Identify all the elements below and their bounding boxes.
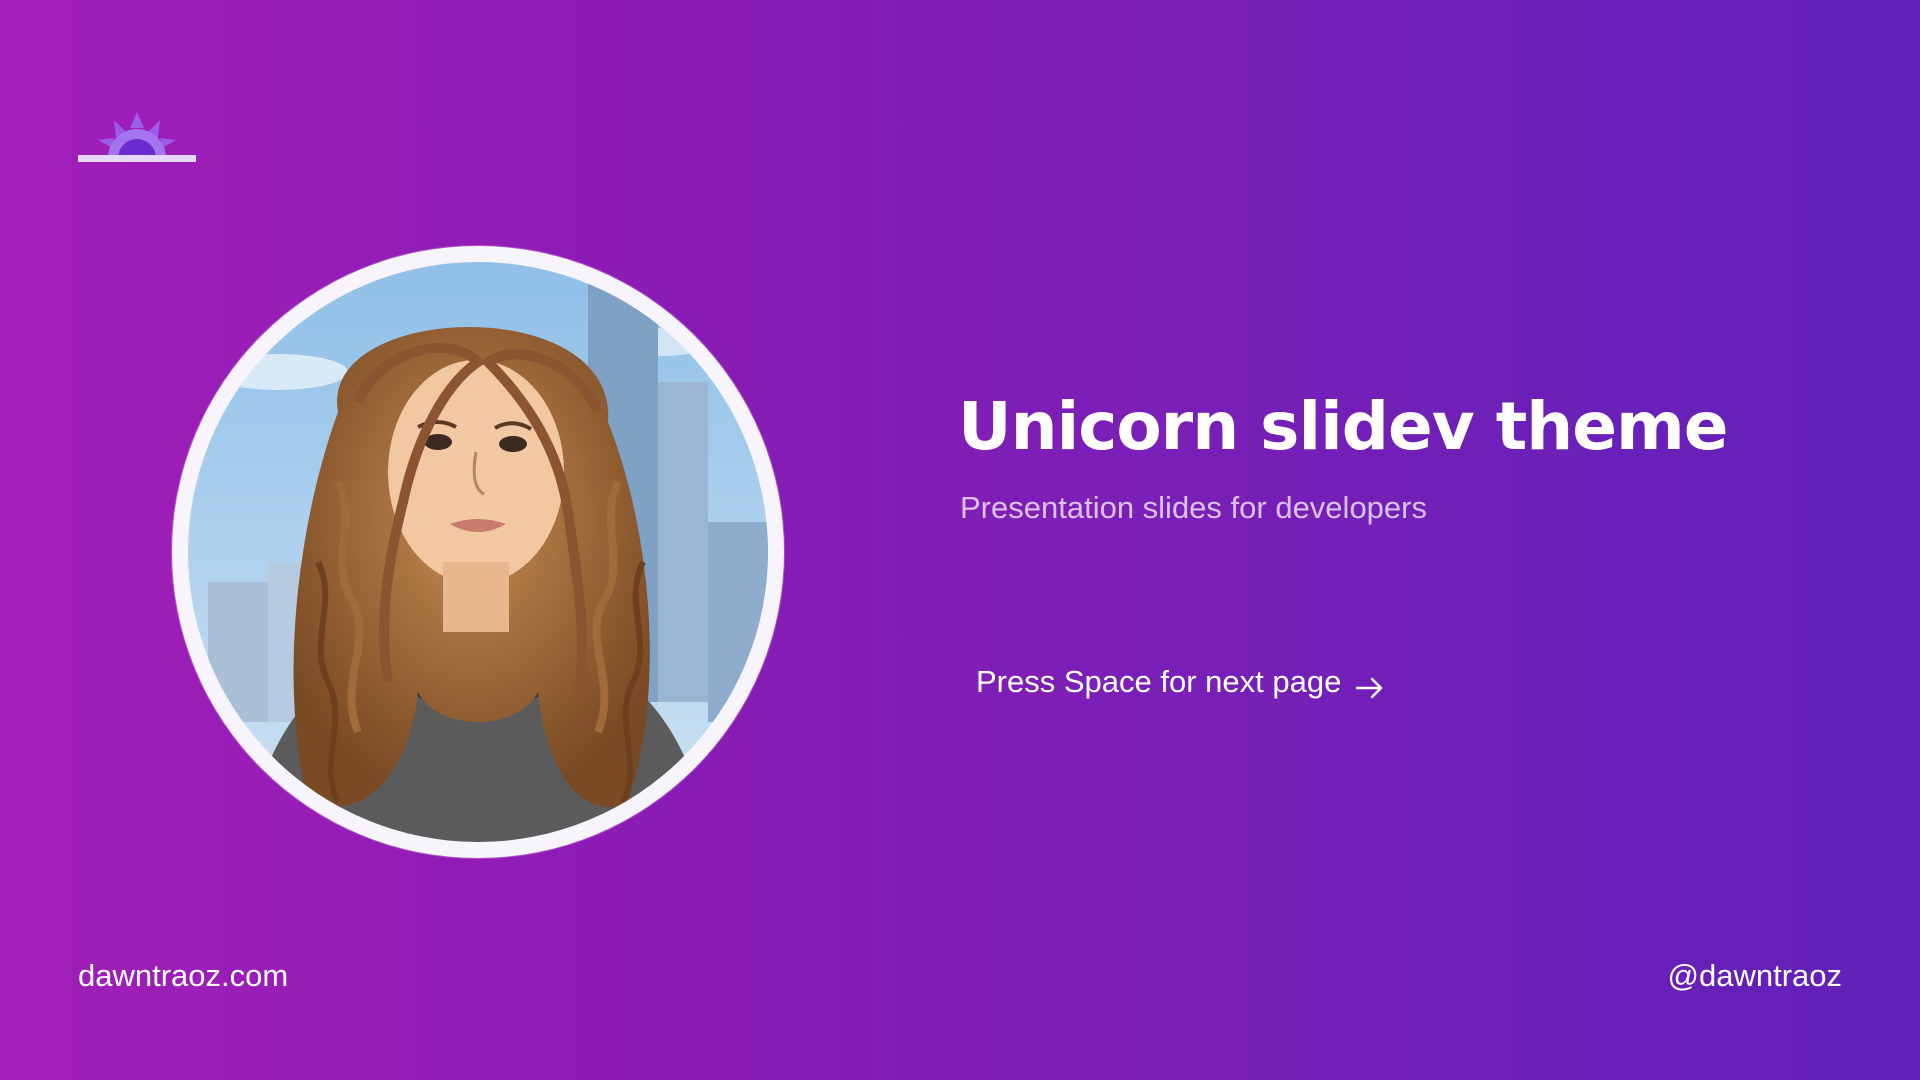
next-page-button[interactable]: Press Space for next page	[976, 660, 1385, 704]
avatar	[172, 246, 784, 858]
footer-handle: @dawntraoz	[1667, 958, 1843, 993]
slide-subtitle: Presentation slides for developers	[960, 490, 1427, 525]
sun-logo-icon	[78, 108, 196, 164]
arrow-right-icon	[1355, 671, 1385, 699]
slide-title: Unicorn slidev theme	[958, 388, 1729, 465]
avatar-illustration	[188, 262, 768, 842]
next-page-label: Press Space for next page	[976, 664, 1342, 699]
footer-website: dawntraoz.com	[78, 958, 289, 993]
